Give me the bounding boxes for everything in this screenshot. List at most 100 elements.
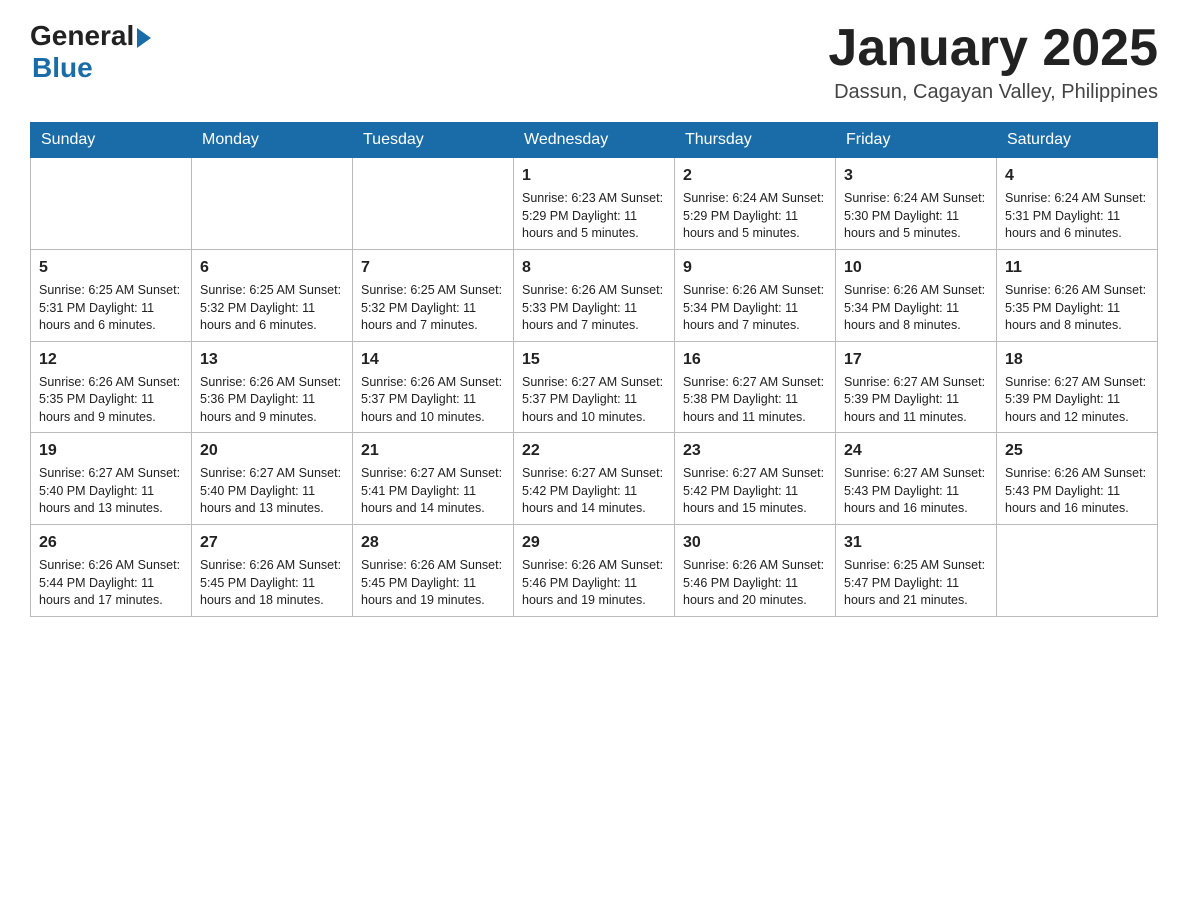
day-number: 4	[1005, 164, 1149, 187]
day-number: 5	[39, 256, 183, 279]
day-info: Sunrise: 6:26 AM Sunset: 5:37 PM Dayligh…	[361, 374, 505, 427]
day-info: Sunrise: 6:26 AM Sunset: 5:36 PM Dayligh…	[200, 374, 344, 427]
day-number: 31	[844, 531, 988, 554]
day-of-week-header: Monday	[192, 123, 353, 158]
calendar-cell: 2 Sunrise: 6:24 AM Sunset: 5:29 PM Daylig…	[675, 158, 836, 250]
day-info: Sunrise: 6:26 AM Sunset: 5:33 PM Dayligh…	[522, 282, 666, 335]
calendar-cell: 12 Sunrise: 6:26 AM Sunset: 5:35 PM Dayli…	[31, 341, 192, 433]
day-number: 15	[522, 348, 666, 371]
day-number: 2	[683, 164, 827, 187]
day-number: 8	[522, 256, 666, 279]
day-info: Sunrise: 6:27 AM Sunset: 5:39 PM Dayligh…	[1005, 374, 1149, 427]
day-number: 3	[844, 164, 988, 187]
day-info: Sunrise: 6:27 AM Sunset: 5:42 PM Dayligh…	[522, 465, 666, 518]
calendar-cell: 25Sunrise: 6:26 AM Sunset: 5:43 PM Dayli…	[997, 433, 1158, 525]
day-number: 1	[522, 164, 666, 187]
day-number: 12	[39, 348, 183, 371]
day-number: 26	[39, 531, 183, 554]
day-info: Sunrise: 6:27 AM Sunset: 5:38 PM Dayligh…	[683, 374, 827, 427]
day-number: 17	[844, 348, 988, 371]
day-number: 22	[522, 439, 666, 462]
calendar-cell	[192, 158, 353, 250]
day-info: Sunrise: 6:26 AM Sunset: 5:34 PM Dayligh…	[683, 282, 827, 335]
day-number: 9	[683, 256, 827, 279]
day-info: Sunrise: 6:27 AM Sunset: 5:42 PM Dayligh…	[683, 465, 827, 518]
page-header: General Blue January 2025 Dassun, Cagaya…	[30, 20, 1158, 104]
day-info: Sunrise: 6:24 AM Sunset: 5:30 PM Dayligh…	[844, 190, 988, 243]
day-info: Sunrise: 6:25 AM Sunset: 5:32 PM Dayligh…	[361, 282, 505, 335]
calendar-cell: 18 Sunrise: 6:27 AM Sunset: 5:39 PM Dayli…	[997, 341, 1158, 433]
calendar-cell: 26 Sunrise: 6:26 AM Sunset: 5:44 PM Dayli…	[31, 524, 192, 616]
day-number: 18	[1005, 348, 1149, 371]
day-of-week-header: Saturday	[997, 123, 1158, 158]
day-info: Sunrise: 6:23 AM Sunset: 5:29 PM Dayligh…	[522, 190, 666, 243]
calendar-cell: 24 Sunrise: 6:27 AM Sunset: 5:43 PM Dayli…	[836, 433, 997, 525]
day-number: 23	[683, 439, 827, 462]
day-number: 21	[361, 439, 505, 462]
day-info: Sunrise: 6:25 AM Sunset: 5:31 PM Dayligh…	[39, 282, 183, 335]
day-info: Sunrise: 6:26 AM Sunset: 5:35 PM Dayligh…	[39, 374, 183, 427]
calendar-cell: 10Sunrise: 6:26 AM Sunset: 5:34 PM Dayli…	[836, 249, 997, 341]
day-info: Sunrise: 6:25 AM Sunset: 5:47 PM Dayligh…	[844, 557, 988, 610]
day-info: Sunrise: 6:26 AM Sunset: 5:45 PM Dayligh…	[200, 557, 344, 610]
day-of-week-header: Friday	[836, 123, 997, 158]
calendar-cell: 17Sunrise: 6:27 AM Sunset: 5:39 PM Dayli…	[836, 341, 997, 433]
day-number: 19	[39, 439, 183, 462]
day-info: Sunrise: 6:26 AM Sunset: 5:44 PM Dayligh…	[39, 557, 183, 610]
day-number: 28	[361, 531, 505, 554]
calendar-cell: 30 Sunrise: 6:26 AM Sunset: 5:46 PM Dayli…	[675, 524, 836, 616]
day-number: 10	[844, 256, 988, 279]
calendar-cell: 16 Sunrise: 6:27 AM Sunset: 5:38 PM Dayli…	[675, 341, 836, 433]
day-of-week-header: Wednesday	[514, 123, 675, 158]
day-number: 29	[522, 531, 666, 554]
calendar-cell	[353, 158, 514, 250]
day-number: 13	[200, 348, 344, 371]
day-info: Sunrise: 6:24 AM Sunset: 5:29 PM Dayligh…	[683, 190, 827, 243]
calendar-cell: 31 Sunrise: 6:25 AM Sunset: 5:47 PM Dayli…	[836, 524, 997, 616]
day-info: Sunrise: 6:26 AM Sunset: 5:46 PM Dayligh…	[522, 557, 666, 610]
day-info: Sunrise: 6:27 AM Sunset: 5:37 PM Dayligh…	[522, 374, 666, 427]
calendar-cell: 7 Sunrise: 6:25 AM Sunset: 5:32 PM Daylig…	[353, 249, 514, 341]
calendar-cell: 15 Sunrise: 6:27 AM Sunset: 5:37 PM Dayli…	[514, 341, 675, 433]
day-number: 14	[361, 348, 505, 371]
day-of-week-header: Thursday	[675, 123, 836, 158]
day-info: Sunrise: 6:26 AM Sunset: 5:43 PM Dayligh…	[1005, 465, 1149, 518]
title-block: January 2025 Dassun, Cagayan Valley, Phi…	[828, 20, 1158, 104]
logo-arrow-icon	[137, 28, 151, 48]
calendar-header-row: SundayMondayTuesdayWednesdayThursdayFrid…	[31, 123, 1158, 158]
day-info: Sunrise: 6:25 AM Sunset: 5:32 PM Dayligh…	[200, 282, 344, 335]
day-number: 16	[683, 348, 827, 371]
month-title: January 2025	[828, 20, 1158, 77]
calendar-cell: 28 Sunrise: 6:26 AM Sunset: 5:45 PM Dayli…	[353, 524, 514, 616]
calendar-cell: 23 Sunrise: 6:27 AM Sunset: 5:42 PM Dayli…	[675, 433, 836, 525]
calendar-cell: 29 Sunrise: 6:26 AM Sunset: 5:46 PM Dayli…	[514, 524, 675, 616]
calendar-cell: 5 Sunrise: 6:25 AM Sunset: 5:31 PM Daylig…	[31, 249, 192, 341]
calendar-cell: 19Sunrise: 6:27 AM Sunset: 5:40 PM Dayli…	[31, 433, 192, 525]
calendar-cell: 3 Sunrise: 6:24 AM Sunset: 5:30 PM Daylig…	[836, 158, 997, 250]
calendar-cell: 8 Sunrise: 6:26 AM Sunset: 5:33 PM Daylig…	[514, 249, 675, 341]
day-number: 6	[200, 256, 344, 279]
calendar-week-row: 19Sunrise: 6:27 AM Sunset: 5:40 PM Dayli…	[31, 433, 1158, 525]
day-info: Sunrise: 6:24 AM Sunset: 5:31 PM Dayligh…	[1005, 190, 1149, 243]
calendar-week-row: 1 Sunrise: 6:23 AM Sunset: 5:29 PM Daylig…	[31, 158, 1158, 250]
calendar-cell	[997, 524, 1158, 616]
logo: General Blue	[30, 20, 151, 84]
calendar-cell: 27Sunrise: 6:26 AM Sunset: 5:45 PM Dayli…	[192, 524, 353, 616]
day-number: 24	[844, 439, 988, 462]
calendar-week-row: 26 Sunrise: 6:26 AM Sunset: 5:44 PM Dayli…	[31, 524, 1158, 616]
calendar-cell: 4 Sunrise: 6:24 AM Sunset: 5:31 PM Daylig…	[997, 158, 1158, 250]
day-info: Sunrise: 6:27 AM Sunset: 5:43 PM Dayligh…	[844, 465, 988, 518]
calendar-week-row: 12 Sunrise: 6:26 AM Sunset: 5:35 PM Dayli…	[31, 341, 1158, 433]
logo-blue-text: Blue	[32, 52, 93, 84]
day-info: Sunrise: 6:26 AM Sunset: 5:35 PM Dayligh…	[1005, 282, 1149, 335]
calendar-cell: 11Sunrise: 6:26 AM Sunset: 5:35 PM Dayli…	[997, 249, 1158, 341]
day-info: Sunrise: 6:26 AM Sunset: 5:46 PM Dayligh…	[683, 557, 827, 610]
calendar-cell	[31, 158, 192, 250]
day-number: 30	[683, 531, 827, 554]
day-info: Sunrise: 6:27 AM Sunset: 5:41 PM Dayligh…	[361, 465, 505, 518]
calendar-cell: 21 Sunrise: 6:27 AM Sunset: 5:41 PM Dayli…	[353, 433, 514, 525]
calendar-week-row: 5 Sunrise: 6:25 AM Sunset: 5:31 PM Daylig…	[31, 249, 1158, 341]
day-info: Sunrise: 6:26 AM Sunset: 5:45 PM Dayligh…	[361, 557, 505, 610]
calendar-cell: 1 Sunrise: 6:23 AM Sunset: 5:29 PM Daylig…	[514, 158, 675, 250]
day-number: 7	[361, 256, 505, 279]
